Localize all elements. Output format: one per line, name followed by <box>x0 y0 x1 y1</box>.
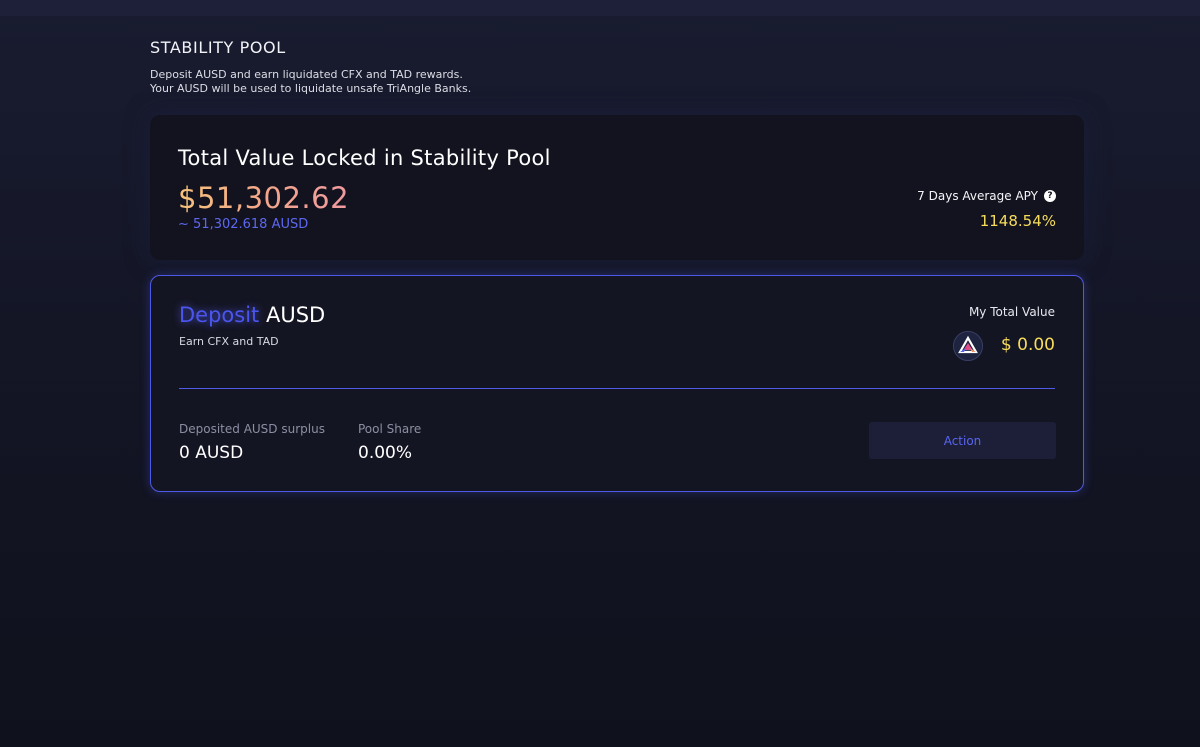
deposit-card: Deposit AUSD Earn CFX and TAD My Total V… <box>150 275 1084 492</box>
page-description: Deposit AUSD and earn liquidated CFX and… <box>150 68 471 96</box>
apy-label: 7 Days Average APY ? <box>917 189 1056 203</box>
tvl-usd-value: $51,302.62 <box>178 181 350 215</box>
apy-label-text: 7 Days Average APY <box>917 189 1038 203</box>
apy-value: 1148.54% <box>979 212 1056 230</box>
pool-share-value: 0.00% <box>358 443 413 463</box>
pool-share-label: Pool Share <box>358 422 422 436</box>
deposited-surplus-stat: Deposited AUSD surplus 0 AUSD <box>179 422 325 463</box>
deposited-surplus-label: Deposited AUSD surplus <box>179 422 325 436</box>
my-total-value: $ 0.00 <box>1000 335 1055 355</box>
deposit-title: Deposit AUSD <box>179 303 325 327</box>
action-button[interactable]: Action <box>869 422 1056 459</box>
tvl-card: Total Value Locked in Stability Pool $51… <box>150 115 1084 260</box>
deposit-subtitle: Earn CFX and TAD <box>179 335 279 348</box>
my-total-value-label: My Total Value <box>968 305 1055 319</box>
description-line-2: Your AUSD will be used to liquidate unsa… <box>150 82 472 95</box>
top-bar <box>0 0 1200 16</box>
tvl-ausd-value: ~ 51,302.618 AUSD <box>178 217 309 232</box>
pool-share-stat: Pool Share 0.00% <box>358 422 421 463</box>
page-title: STABILITY POOL <box>150 38 286 57</box>
deposited-surplus-value: 0 AUSD <box>179 443 244 463</box>
deposit-title-token: AUSD <box>259 303 326 327</box>
divider <box>179 388 1055 389</box>
description-line-1: Deposit AUSD and earn liquidated CFX and… <box>150 68 463 81</box>
triangle-logo-icon <box>953 331 983 361</box>
question-circle-icon[interactable]: ? <box>1044 190 1056 202</box>
deposit-title-accent: Deposit <box>179 303 260 327</box>
tvl-title: Total Value Locked in Stability Pool <box>178 146 551 170</box>
